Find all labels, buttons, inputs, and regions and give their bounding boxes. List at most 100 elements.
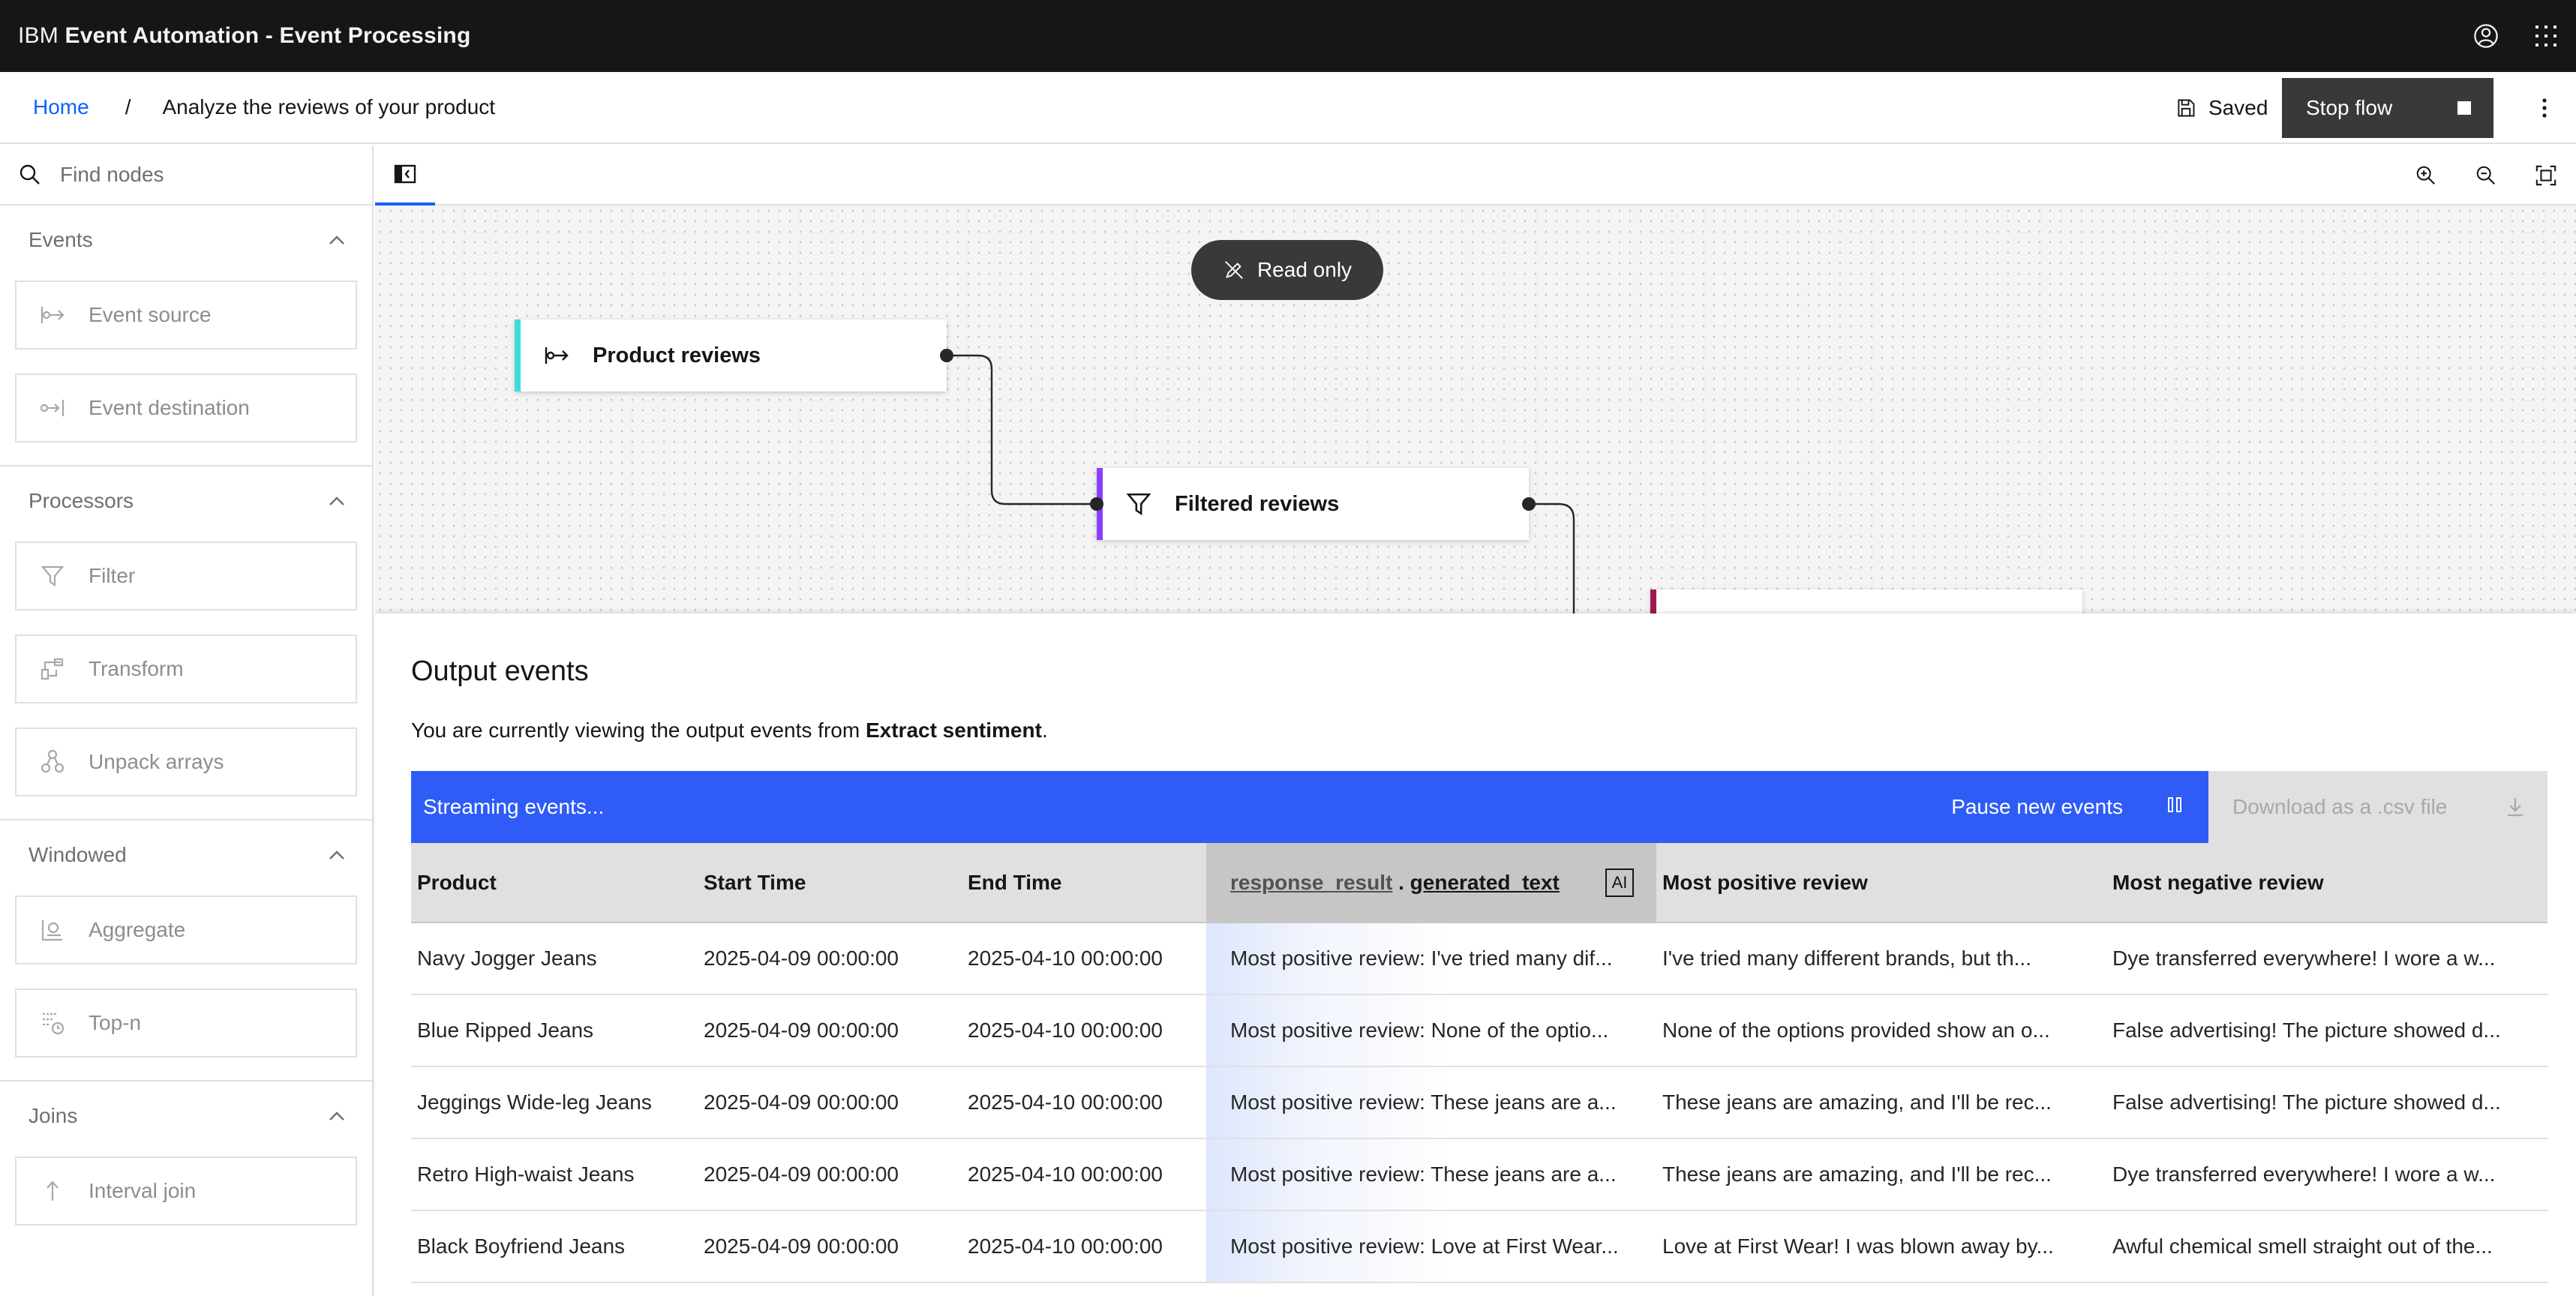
- canvas-toolbar: [375, 146, 2576, 206]
- palette-item-label: Top-n: [89, 1011, 142, 1034]
- category-events-header[interactable]: Events: [0, 206, 372, 274]
- output-port[interactable]: [1522, 497, 1536, 511]
- category-processors-header[interactable]: Processors: [0, 466, 372, 536]
- palette-top-n[interactable]: Top-n: [15, 988, 357, 1058]
- category-label: Windowed: [29, 843, 127, 866]
- column-header-start-time[interactable]: Start Time: [698, 843, 962, 923]
- pause-new-events-button[interactable]: Pause new events: [1951, 771, 2208, 843]
- search-icon: [0, 163, 60, 187]
- table-row[interactable]: Retro High-waist Jeans 2025-04-09 00:00:…: [411, 1138, 2547, 1211]
- input-port[interactable]: [1090, 497, 1103, 511]
- cell-most-positive: Love at First Wear! I was blown away by.…: [1656, 1210, 2106, 1283]
- cell-most-positive: None of the options provided show an o..…: [1656, 994, 2106, 1067]
- column-header-product[interactable]: Product: [411, 843, 698, 923]
- cell-most-negative: Dye transferred everywhere! I wore a w..…: [2106, 922, 2547, 995]
- chevron-up-icon: [329, 236, 344, 244]
- output-port[interactable]: [940, 349, 953, 362]
- node-accent: [515, 320, 521, 392]
- palette-item-label: Event source: [89, 303, 212, 326]
- flow-node-partial[interactable]: [1650, 590, 2082, 614]
- cell-most-positive: These jeans are amazing, and I'll be rec…: [1656, 1138, 2106, 1211]
- fit-to-screen-icon[interactable]: [2516, 146, 2576, 206]
- streaming-status-bar: Streaming events... Pause new events: [411, 771, 2208, 843]
- cell-start-time: 2025-04-09 00:00:00: [698, 994, 962, 1067]
- palette-transform[interactable]: Transform: [15, 634, 357, 704]
- cell-most-positive: I've tried many different brands, but th…: [1656, 922, 2106, 995]
- download-csv-button[interactable]: Download as a .csv file: [2208, 771, 2547, 843]
- cell-product: Navy Jogger Jeans: [411, 922, 698, 995]
- category-label: Events: [29, 228, 93, 251]
- cell-generated-text: Most positive review: None of the optio.…: [1206, 994, 1656, 1067]
- streaming-status: Streaming events...: [423, 795, 605, 818]
- column-header-end-time[interactable]: End Time: [962, 843, 1206, 923]
- column-header-ai-field: generated_text: [1410, 870, 1560, 894]
- flow-connectors: [947, 354, 1575, 614]
- zoom-in-icon[interactable]: [2396, 146, 2456, 206]
- unpack-arrays-icon: [17, 749, 89, 775]
- palette-item-label: Aggregate: [89, 918, 186, 941]
- aggregate-icon: [17, 917, 89, 943]
- zoom-out-icon[interactable]: [2456, 146, 2516, 206]
- cell-product: Blue Ripped Jeans: [411, 994, 698, 1067]
- category-label: Processors: [29, 489, 134, 512]
- column-header-most-negative[interactable]: Most negative review: [2106, 843, 2547, 923]
- download-label: Download as a .csv file: [2232, 795, 2448, 818]
- table-row[interactable]: Navy Jogger Jeans 2025-04-09 00:00:00 20…: [411, 922, 2547, 995]
- save-icon: [2178, 99, 2195, 117]
- flow-node-filtered-reviews[interactable]: Filtered reviews: [1097, 468, 1529, 540]
- chevron-up-icon: [329, 850, 344, 860]
- breadcrumb-separator: /: [125, 95, 131, 118]
- top-header-bar: IBM Event Automation - Event Processing: [0, 0, 2576, 72]
- cell-start-time: 2025-04-09 00:00:00: [698, 1138, 962, 1211]
- windowed-node-list: Aggregate Top-n: [0, 890, 372, 1082]
- overflow-menu-icon[interactable]: [2513, 72, 2576, 144]
- pause-label: Pause new events: [1951, 795, 2123, 818]
- processors-node-list: Filter Transform Unpack arrays: [0, 536, 372, 820]
- cell-end-time: 2025-04-10 00:00:00: [962, 1138, 1206, 1211]
- cell-most-positive: These jeans are amazing, and I'll be rec…: [1656, 1066, 2106, 1139]
- download-icon: [2508, 798, 2523, 817]
- find-nodes-search: [0, 146, 372, 206]
- column-header-generated-text[interactable]: response_result . generated_text AI: [1206, 843, 1656, 923]
- stop-flow-button[interactable]: Stop flow: [2282, 78, 2493, 138]
- cell-product: Black Boyfriend Jeans: [411, 1210, 698, 1283]
- flow-canvas[interactable]: Read only Product reviews Filtered revie…: [375, 206, 2576, 614]
- palette-event-destination[interactable]: Event destination: [15, 374, 357, 442]
- table-row[interactable]: Black Boyfriend Jeans 2025-04-09 00:00:0…: [411, 1210, 2547, 1283]
- output-events-table: Product Start Time End Time response_res…: [411, 843, 2547, 1283]
- table-header-row: Product Start Time End Time response_res…: [411, 843, 2547, 923]
- app-switcher-icon[interactable]: [2516, 0, 2576, 72]
- palette-unpack-arrays[interactable]: Unpack arrays: [15, 728, 357, 796]
- flow-node-label: Filtered reviews: [1175, 491, 1340, 516]
- chevron-up-icon: [329, 496, 344, 506]
- palette-interval-join[interactable]: Interval join: [15, 1156, 357, 1226]
- saved-label: Saved: [2208, 96, 2268, 119]
- ai-badge-icon: AI: [1605, 868, 1634, 897]
- panel-toggle-icon[interactable]: [375, 146, 435, 206]
- top-n-icon: [17, 1010, 89, 1036]
- saved-status: Saved: [2175, 72, 2268, 144]
- flow-node-product-reviews[interactable]: Product reviews: [515, 320, 947, 392]
- palette-aggregate[interactable]: Aggregate: [15, 896, 357, 964]
- filter-icon: [17, 564, 89, 588]
- filter-icon: [1103, 491, 1175, 517]
- table-row[interactable]: Blue Ripped Jeans 2025-04-09 00:00:00 20…: [411, 994, 2547, 1067]
- app-brand[interactable]: IBM Event Automation - Event Processing: [18, 23, 470, 49]
- brand-name: Event Automation - Event Processing: [65, 23, 471, 48]
- table-row[interactable]: Jeggings Wide-leg Jeans 2025-04-09 00:00…: [411, 1066, 2547, 1139]
- cell-end-time: 2025-04-10 00:00:00: [962, 994, 1206, 1067]
- category-joins-header[interactable]: Joins: [0, 1082, 372, 1150]
- column-header-most-positive[interactable]: Most positive review: [1656, 843, 2106, 923]
- category-windowed-header[interactable]: Windowed: [0, 820, 372, 890]
- node-accent: [1650, 590, 1656, 614]
- cell-generated-text: Most positive review: I've tried many di…: [1206, 922, 1656, 995]
- output-events-title: Output events: [411, 656, 589, 687]
- palette-filter[interactable]: Filter: [15, 542, 357, 610]
- find-nodes-input[interactable]: [60, 163, 345, 187]
- user-profile-icon[interactable]: [2456, 0, 2516, 72]
- joins-node-list: Interval join: [0, 1150, 372, 1248]
- event-destination-icon: [17, 397, 89, 419]
- breadcrumb-home-link[interactable]: Home: [33, 95, 89, 119]
- palette-event-source[interactable]: Event source: [15, 280, 357, 350]
- output-events-description: You are currently viewing the output eve…: [411, 718, 1048, 742]
